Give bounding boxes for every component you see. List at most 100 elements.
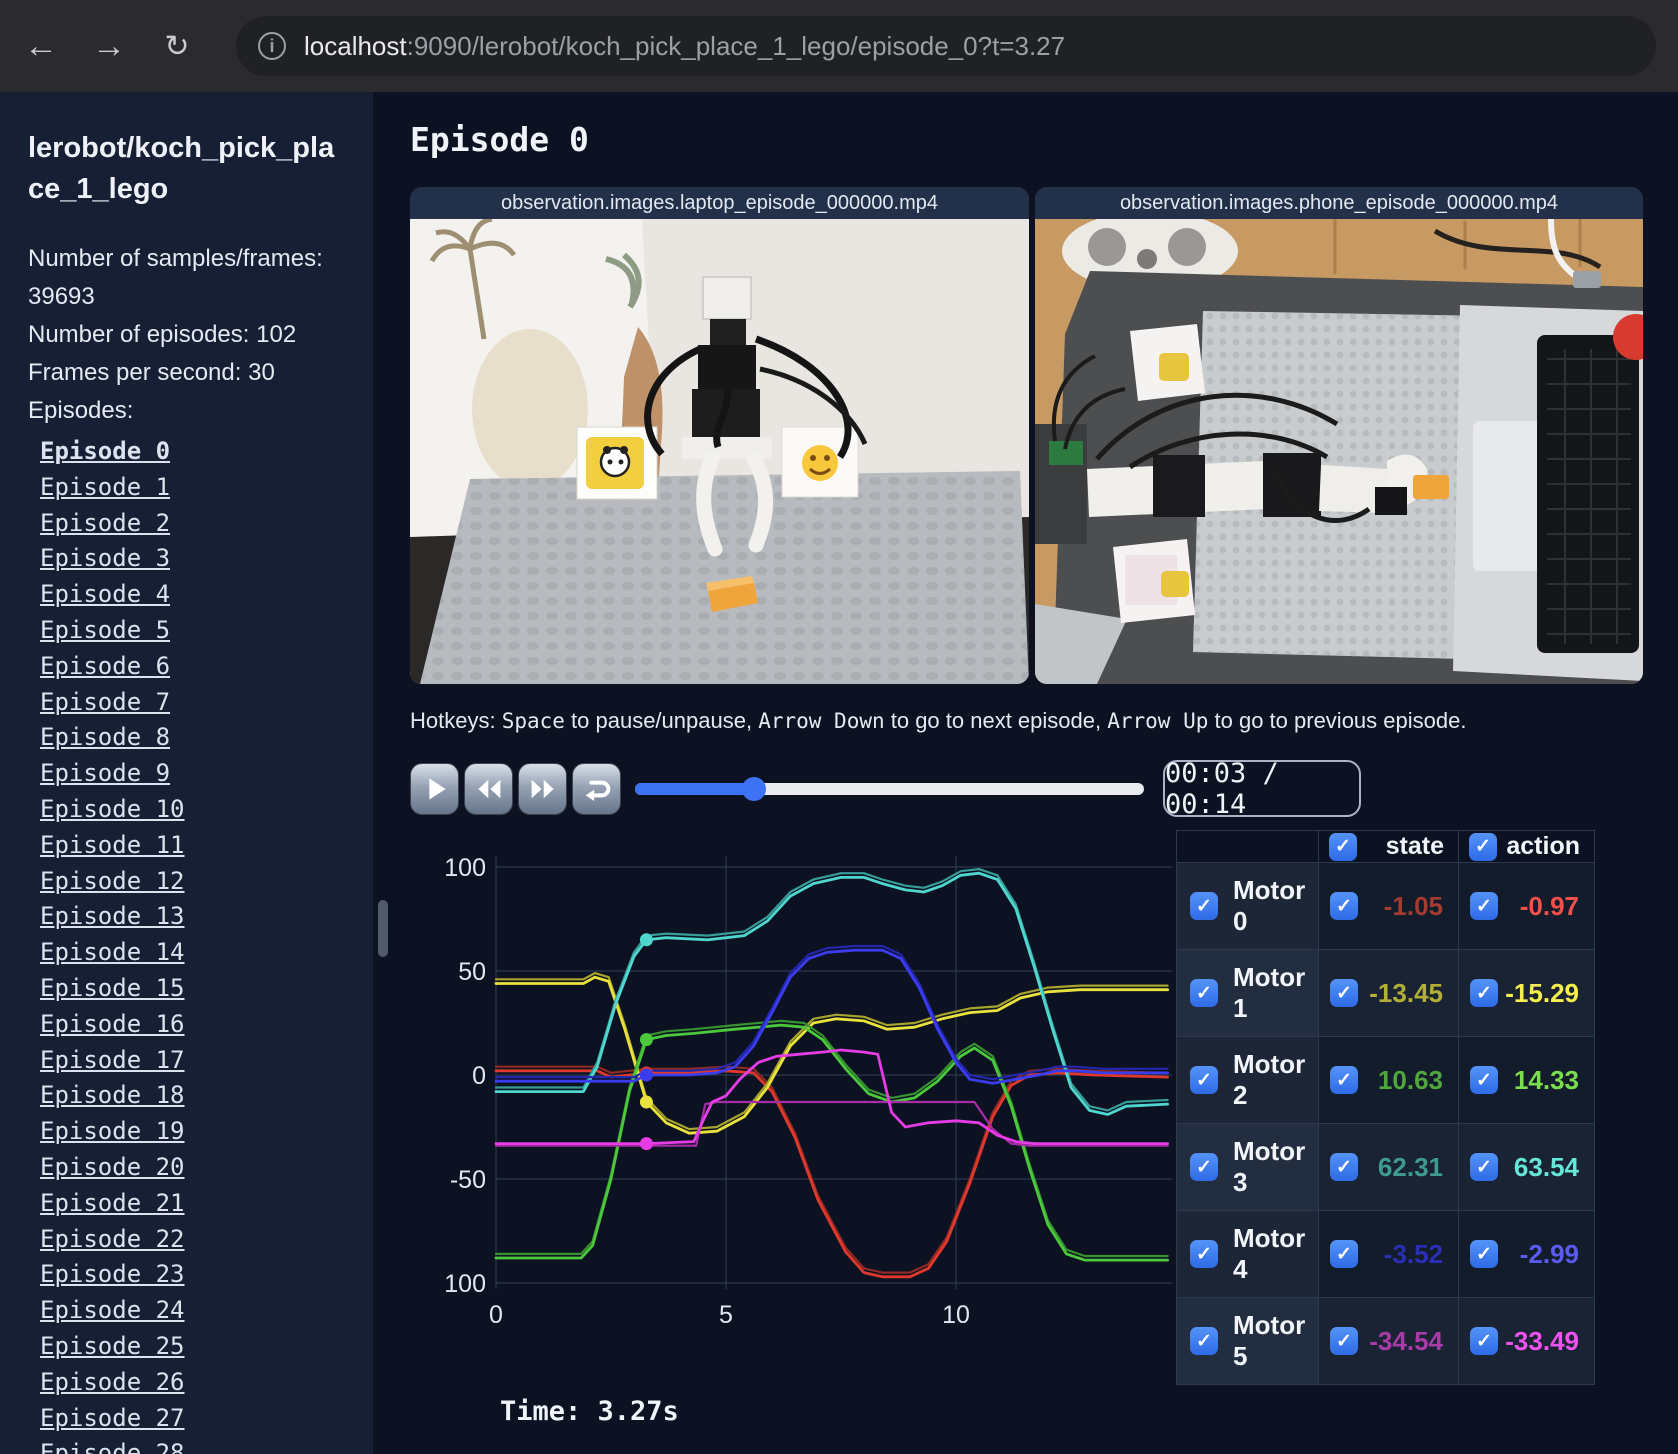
url-path: :9090/lerobot/koch_pick_place_1_lego/epi…	[406, 30, 1066, 61]
episode-link[interactable]: Episode 8	[40, 720, 373, 756]
motor-cell: Motor 4	[1176, 1210, 1319, 1298]
seek-slider[interactable]	[635, 776, 1144, 801]
motor-checkbox[interactable]	[1190, 1240, 1218, 1268]
action-checkbox[interactable]	[1470, 1327, 1498, 1355]
loop-button[interactable]	[572, 762, 621, 815]
chart-block: 100500-50-1000510 Time: 3.27s	[436, 830, 1176, 1427]
action-cell: -15.29	[1458, 949, 1595, 1037]
episode-link[interactable]: Episode 22	[40, 1222, 373, 1258]
video-panel-phone: observation.images.phone_episode_000000.…	[1035, 187, 1643, 684]
episode-link[interactable]: Episode 5	[40, 613, 373, 649]
motor-checkbox[interactable]	[1190, 1153, 1218, 1181]
action-checkbox[interactable]	[1470, 1240, 1498, 1268]
state-checkbox[interactable]	[1330, 892, 1358, 920]
state-value: -1.05	[1383, 890, 1443, 921]
episode-link[interactable]: Episode 24	[40, 1293, 373, 1329]
action-checkbox[interactable]	[1470, 979, 1498, 1007]
motor-cell: Motor 3	[1176, 1123, 1319, 1211]
episode-link[interactable]: Episode 15	[40, 971, 373, 1007]
series-line-state	[494, 1065, 1169, 1274]
episode-link[interactable]: Episode 19	[40, 1114, 373, 1150]
fast-forward-button[interactable]	[518, 762, 567, 815]
url-text[interactable]: localhost:9090/lerobot/koch_pick_place_1…	[304, 31, 1065, 62]
state-checkbox[interactable]	[1330, 979, 1358, 1007]
episode-link[interactable]: Episode 17	[40, 1043, 373, 1079]
motor-checkbox[interactable]	[1190, 1066, 1218, 1094]
forward-icon[interactable]: →	[86, 27, 132, 66]
motor-label: Motor 2	[1233, 1049, 1306, 1110]
motor-checkbox[interactable]	[1190, 1327, 1218, 1355]
episode-link[interactable]: Episode 13	[40, 899, 373, 935]
motor-label: Motor 1	[1233, 962, 1306, 1023]
episode-link[interactable]: Episode 10	[40, 792, 373, 828]
state-checkbox[interactable]	[1330, 1327, 1358, 1355]
hotkey-key: Space	[501, 709, 565, 733]
action-cell: -0.97	[1458, 862, 1595, 950]
x-tick-label: 5	[719, 1301, 733, 1329]
motor-cell: Motor 0	[1176, 862, 1319, 950]
phone-camera-video[interactable]	[1035, 219, 1643, 684]
episode-link[interactable]: Episode 14	[40, 935, 373, 971]
state-all-checkbox[interactable]	[1329, 832, 1357, 861]
episode-link[interactable]: Episode 26	[40, 1365, 373, 1401]
play-button[interactable]	[410, 762, 459, 815]
episode-link[interactable]: Episode 2	[40, 506, 373, 542]
episode-link[interactable]: Episode 9	[40, 756, 373, 792]
rewind-button[interactable]	[464, 762, 513, 815]
action-value: -0.97	[1519, 890, 1579, 921]
state-cell: 10.63	[1318, 1036, 1459, 1124]
chart-time-label: Time: 3.27s	[500, 1396, 679, 1427]
episode-link[interactable]: Episode 6	[40, 649, 373, 685]
motor-checkbox[interactable]	[1190, 979, 1218, 1007]
action-value: 14.33	[1513, 1064, 1579, 1095]
laptop-camera-video[interactable]	[410, 219, 1029, 684]
episode-link[interactable]: Episode 18	[40, 1078, 373, 1114]
action-value: -2.99	[1519, 1238, 1579, 1269]
episode-link[interactable]: Episode 25	[40, 1329, 373, 1365]
episode-link[interactable]: Episode 0	[40, 434, 373, 470]
state-value: -3.52	[1383, 1238, 1443, 1269]
browser-chrome: ← → ↻ i localhost:9090/lerobot/koch_pick…	[0, 0, 1678, 92]
reload-icon[interactable]: ↻	[154, 29, 200, 64]
seek-slider-thumb[interactable]	[742, 776, 767, 801]
url-bar[interactable]: i localhost:9090/lerobot/koch_pick_place…	[236, 16, 1656, 76]
state-checkbox[interactable]	[1330, 1153, 1358, 1181]
state-checkbox[interactable]	[1330, 1240, 1358, 1268]
episode-list: Episode 0 Episode 1 Episode 2 Episode 3 Epis…	[40, 434, 373, 1454]
sidebar: lerobot/koch_pick_place_1_lego Number of…	[0, 92, 373, 1454]
episode-link[interactable]: Episode 11	[40, 828, 373, 864]
episode-link[interactable]: Episode 3	[40, 541, 373, 577]
episode-link[interactable]: Episode 1	[40, 470, 373, 506]
back-icon[interactable]: ←	[18, 27, 64, 66]
episode-link[interactable]: Episode 12	[40, 864, 373, 900]
hotkeys-help: Hotkeys: Space to pause/unpause, Arrow D…	[410, 708, 1678, 734]
episode-link[interactable]: Episode 21	[40, 1186, 373, 1222]
action-checkbox[interactable]	[1470, 1153, 1498, 1181]
hotkey-key: Arrow Down	[758, 709, 885, 733]
episode-link[interactable]: Episode 20	[40, 1150, 373, 1186]
action-cell: 63.54	[1458, 1123, 1595, 1211]
stat-samples: Number of samples/frames: 39693	[28, 245, 323, 310]
site-info-icon[interactable]: i	[258, 32, 286, 60]
state-value: -13.45	[1369, 977, 1443, 1008]
action-checkbox[interactable]	[1470, 1066, 1498, 1094]
episode-link[interactable]: Episode 7	[40, 685, 373, 721]
episode-link[interactable]: Episode 4	[40, 577, 373, 613]
loop-icon	[585, 780, 610, 801]
episode-link[interactable]: Episode 16	[40, 1007, 373, 1043]
series-line-state	[494, 1100, 1169, 1147]
y-tick-label: -50	[450, 1166, 486, 1194]
scrollbar-thumb[interactable]	[378, 900, 388, 957]
motor-checkbox[interactable]	[1190, 892, 1218, 920]
action-checkbox[interactable]	[1470, 892, 1498, 920]
episode-link[interactable]: Episode 27	[40, 1401, 373, 1437]
state-checkbox[interactable]	[1330, 1066, 1358, 1094]
y-tick-label: 100	[446, 854, 486, 882]
hotkeys-text: Hotkeys:	[410, 708, 502, 733]
motor-cell: Motor 5	[1176, 1297, 1319, 1385]
episode-link[interactable]: Episode 23	[40, 1257, 373, 1293]
action-all-checkbox[interactable]	[1469, 832, 1497, 861]
motor-chart[interactable]: 100500-50-1000510	[436, 830, 1176, 1335]
episode-link[interactable]: Episode 28	[40, 1436, 373, 1454]
video-panel-laptop: observation.images.laptop_episode_000000…	[410, 187, 1029, 684]
